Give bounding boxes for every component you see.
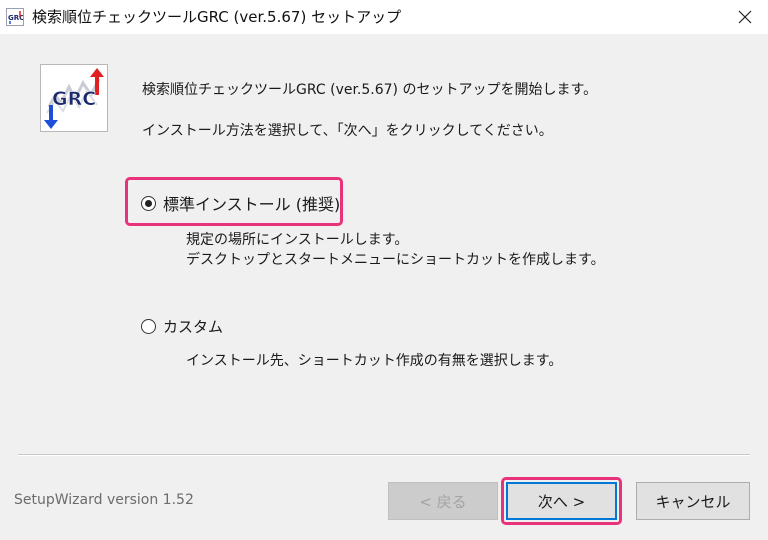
close-button[interactable] bbox=[722, 0, 768, 34]
custom-install-label[interactable]: カスタム bbox=[163, 316, 223, 337]
title-bar: GRC 検索順位チェックツールGRC (ver.5.67) セットアップ bbox=[0, 0, 768, 34]
standard-install-radio[interactable] bbox=[141, 195, 156, 211]
standard-description-line1: 規定の場所にインストールします。 bbox=[186, 232, 409, 248]
custom-install-option[interactable]: カスタム bbox=[141, 316, 223, 337]
back-button[interactable]: < 戻る bbox=[388, 482, 498, 520]
setup-wizard-version: SetupWizard version 1.52 bbox=[14, 492, 194, 508]
next-button[interactable]: 次へ > bbox=[506, 482, 617, 520]
logo-text: GRC bbox=[52, 88, 96, 110]
custom-install-radio[interactable] bbox=[141, 319, 156, 334]
intro-text-line1: 検索順位チェックツールGRC (ver.5.67) のセットアップを開始します。 bbox=[142, 82, 598, 98]
window-title: 検索順位チェックツールGRC (ver.5.67) セットアップ bbox=[32, 8, 402, 26]
footer-separator bbox=[18, 454, 750, 456]
custom-description: インストール先、ショートカット作成の有無を選択します。 bbox=[186, 353, 563, 369]
cancel-button[interactable]: キャンセル bbox=[636, 482, 750, 520]
grc-logo: GRC bbox=[40, 64, 108, 132]
standard-install-option[interactable]: 標準インストール (推奨) bbox=[141, 191, 340, 215]
standard-description-line2: デスクトップとスタートメニューにショートカットを作成します。 bbox=[186, 252, 605, 268]
standard-install-label[interactable]: 標準インストール (推奨) bbox=[163, 191, 340, 215]
app-icon: GRC bbox=[6, 8, 24, 26]
close-icon bbox=[738, 10, 752, 24]
intro-text-line2: インストール方法を選択して、「次へ」をクリックしてください。 bbox=[142, 123, 553, 139]
